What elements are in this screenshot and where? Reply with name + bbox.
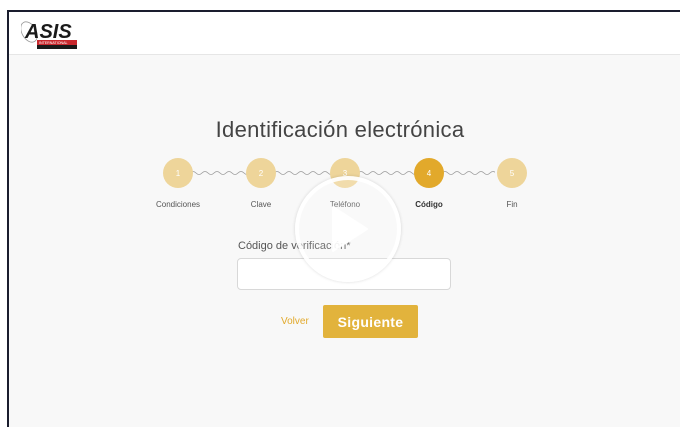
svg-text:ASIS: ASIS	[24, 21, 72, 43]
step-number: 5	[509, 168, 515, 178]
step-number: 2	[258, 168, 264, 178]
back-link[interactable]: Volver	[281, 316, 309, 327]
step-4-circle: 4	[414, 158, 444, 188]
play-icon	[332, 206, 368, 252]
step-number: 4	[426, 168, 432, 178]
page-title: Identificación electrónica	[215, 117, 465, 142]
next-button[interactable]: Siguiente	[323, 305, 418, 338]
svg-text:INTERNATIONAL: INTERNATIONAL	[39, 41, 68, 45]
step-number: 1	[175, 168, 181, 178]
step-label-codigo: Código	[415, 200, 443, 209]
step-label-clave: Clave	[250, 200, 272, 209]
step-1-circle: 1	[163, 158, 193, 188]
site-header: ASIS INTERNATIONAL	[9, 12, 680, 55]
asis-logo[interactable]: ASIS INTERNATIONAL	[20, 18, 83, 52]
step-label-fin: Fin	[506, 200, 518, 209]
step-5-circle: 5	[497, 158, 527, 188]
step-2-circle: 2	[246, 158, 276, 188]
step-label-condiciones: Condiciones	[155, 200, 201, 209]
video-play-button[interactable]	[295, 176, 401, 282]
asis-logo-icon: ASIS INTERNATIONAL	[20, 21, 77, 49]
